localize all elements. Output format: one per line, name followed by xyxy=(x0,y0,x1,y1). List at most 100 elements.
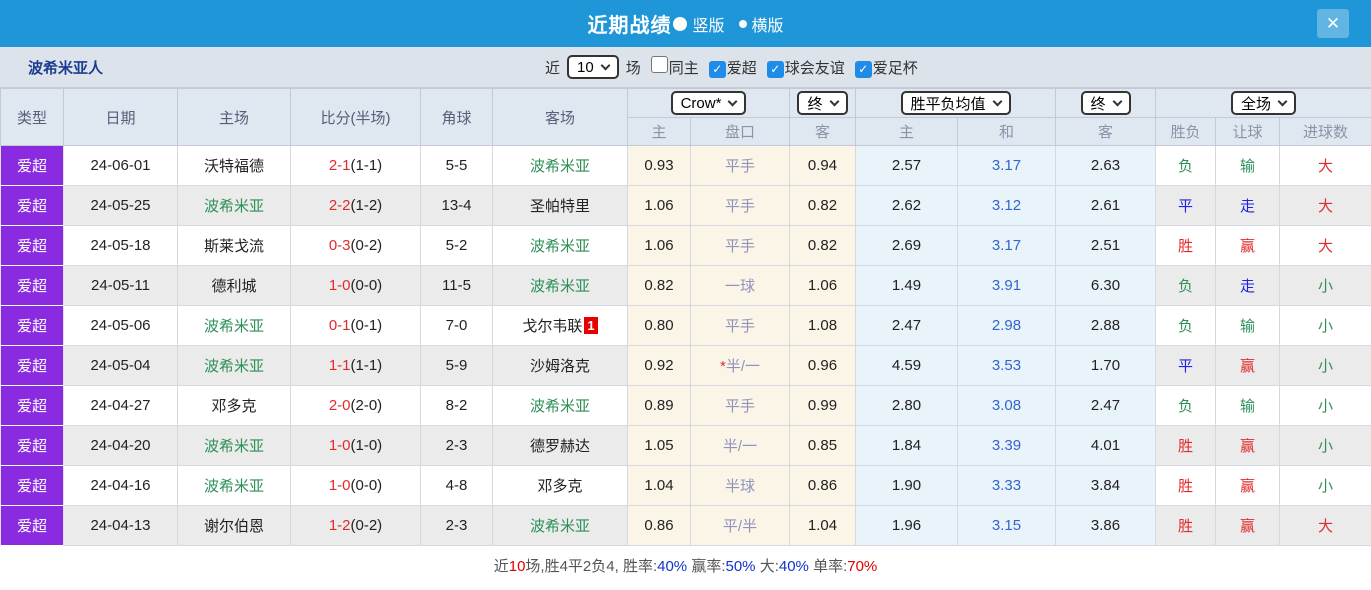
away-team-name: 波希米亚 xyxy=(529,518,590,535)
avg-final-select-value: 终 xyxy=(1090,95,1106,113)
home-team-name: 沃特福德 xyxy=(203,158,264,175)
corner-count: 5-2 xyxy=(420,225,493,266)
home-team-name: 谢尔伯恩 xyxy=(203,518,264,535)
home-team-name: 德利城 xyxy=(211,278,257,295)
avg-home-odds: 1.84 xyxy=(855,425,958,466)
handicap-final-select-value: 终 xyxy=(807,95,823,113)
check-icon: ✓ xyxy=(770,62,781,76)
handicap-line: 平手 xyxy=(690,305,790,346)
fulltime-score: 1-2 xyxy=(328,517,351,534)
away-team: 波希米亚 xyxy=(492,265,628,306)
checkbox-同主[interactable] xyxy=(650,56,668,73)
recent-count-select[interactable]: 10 xyxy=(567,55,619,79)
goals-result: 大 xyxy=(1279,185,1371,226)
league-type-badge: 爱超 xyxy=(0,465,64,506)
avg-draw-odds: 3.53 xyxy=(956,345,1057,386)
handicap-line: 半球 xyxy=(690,465,790,506)
corner-count: 8-2 xyxy=(420,385,493,426)
checkbox-label: 同主 xyxy=(668,60,699,77)
avg-draw-odds: 3.39 xyxy=(956,425,1057,466)
checkbox-球会友谊[interactable]: ✓ xyxy=(766,60,784,78)
close-icon: ✕ xyxy=(1325,13,1341,33)
avg-home-odds: 1.49 xyxy=(855,265,958,306)
home-team-name: 波希米亚 xyxy=(203,198,264,215)
handicap-result: 输 xyxy=(1215,145,1281,186)
home-team: 波希米亚 xyxy=(177,345,291,386)
avg-odds-select[interactable]: 胜平负均值 xyxy=(900,91,1011,115)
halftime-score: (0-0) xyxy=(350,477,383,494)
col-header-away: 客场 xyxy=(492,88,628,146)
check-icon: ✓ xyxy=(712,62,723,76)
goals-result: 大 xyxy=(1279,145,1371,186)
corner-count: 2-3 xyxy=(420,505,493,546)
match-date: 24-04-27 xyxy=(63,385,178,426)
away-team-name: 波希米亚 xyxy=(529,158,590,175)
col-header-home: 主场 xyxy=(177,88,291,146)
handicap-line: 平手 xyxy=(690,225,790,266)
check-icon: ✓ xyxy=(858,62,869,76)
score: 0-3(0-2) xyxy=(290,225,421,266)
handicap-home-odds: 1.06 xyxy=(627,225,691,266)
score: 1-0(0-0) xyxy=(290,265,421,306)
avg-final-select[interactable]: 终 xyxy=(1080,91,1131,115)
dialog-title: 近期战绩 xyxy=(587,15,672,37)
score: 1-0(0-0) xyxy=(290,465,421,506)
handicap-line-text: 平手 xyxy=(724,158,755,175)
summary-segment: 场,胜4平2负4, 胜率: xyxy=(525,557,658,575)
avg-away-odds: 2.47 xyxy=(1055,385,1157,426)
handicap-away-odds: 1.04 xyxy=(789,505,856,546)
league-type-badge: 爱超 xyxy=(0,225,64,266)
checkbox-爱超[interactable]: ✓ xyxy=(708,60,726,78)
away-team: 波希米亚 xyxy=(492,145,628,186)
summary-segment: 大: xyxy=(755,557,779,575)
avg-away-odds: 2.61 xyxy=(1055,185,1157,226)
table-row: 爱超 24-05-18 斯莱戈流 0-3(0-2) 5-2 波希米亚 1.06 平手 0.82 2… xyxy=(0,225,1371,266)
close-button[interactable]: ✕ xyxy=(1317,9,1349,38)
score: 2-1(1-1) xyxy=(290,145,421,186)
halftime-score: (0-0) xyxy=(350,277,383,294)
chevron-down-icon xyxy=(992,96,1002,106)
home-team: 德利城 xyxy=(177,265,291,306)
avg-home-odds: 2.47 xyxy=(855,305,958,346)
home-team: 波希米亚 xyxy=(177,465,291,506)
handicap-away-odds: 0.96 xyxy=(789,345,856,386)
bookmaker-select[interactable]: Crow* xyxy=(670,91,747,115)
avg-draw-odds: 3.15 xyxy=(956,505,1057,546)
handicap-final-select[interactable]: 终 xyxy=(797,91,848,115)
checkbox-爱足杯[interactable]: ✓ xyxy=(854,60,872,78)
summary-segment: 单率: xyxy=(808,557,848,575)
handicap-away-odds: 1.06 xyxy=(789,265,856,306)
handicap-line-text: 平/半 xyxy=(722,518,758,535)
halftime-score: (1-1) xyxy=(350,357,383,374)
handicap-line-text: 半球 xyxy=(724,478,755,495)
team-name: 波希米亚人 xyxy=(28,59,104,77)
match-date: 24-04-16 xyxy=(63,465,178,506)
results-table: 类型 日期 主场 比分(半场) 角球 客场 Crow* 终 胜平负均值 终 全场… xyxy=(0,88,1371,546)
scope-select[interactable]: 全场 xyxy=(1231,91,1297,115)
home-team: 波希米亚 xyxy=(177,185,291,226)
score: 2-2(1-2) xyxy=(290,185,421,226)
handicap-line-text: 平手 xyxy=(724,398,755,415)
avg-home-odds: 2.80 xyxy=(855,385,958,426)
handicap-away-odds: 0.82 xyxy=(789,185,856,226)
halftime-score: (0-2) xyxy=(350,517,383,534)
handicap-home-odds: 0.89 xyxy=(627,385,691,426)
checkbox-label: 球会友谊 xyxy=(784,60,845,77)
col-header-avg-draw: 和 xyxy=(956,117,1057,146)
score: 1-0(1-0) xyxy=(290,425,421,466)
horizontal-layout-radio[interactable] xyxy=(738,19,747,28)
col-header-handicap-line: 盘口 xyxy=(690,117,790,146)
handicap-result: 赢 xyxy=(1215,345,1281,386)
handicap-result: 赢 xyxy=(1215,505,1281,546)
chevron-down-icon xyxy=(829,96,839,106)
col-header-handicap-home: 主 xyxy=(627,117,691,146)
score: 0-1(0-1) xyxy=(290,305,421,346)
vertical-layout-radio[interactable] xyxy=(673,16,688,31)
score: 1-1(1-1) xyxy=(290,345,421,386)
handicap-line-text: 平手 xyxy=(724,318,755,335)
handicap-line: 半/一 xyxy=(690,425,790,466)
avg-draw-odds: 2.98 xyxy=(956,305,1057,346)
corner-count: 11-5 xyxy=(420,265,493,306)
away-team: 沙姆洛克 xyxy=(492,345,628,386)
summary-segment: 70% xyxy=(847,557,878,575)
